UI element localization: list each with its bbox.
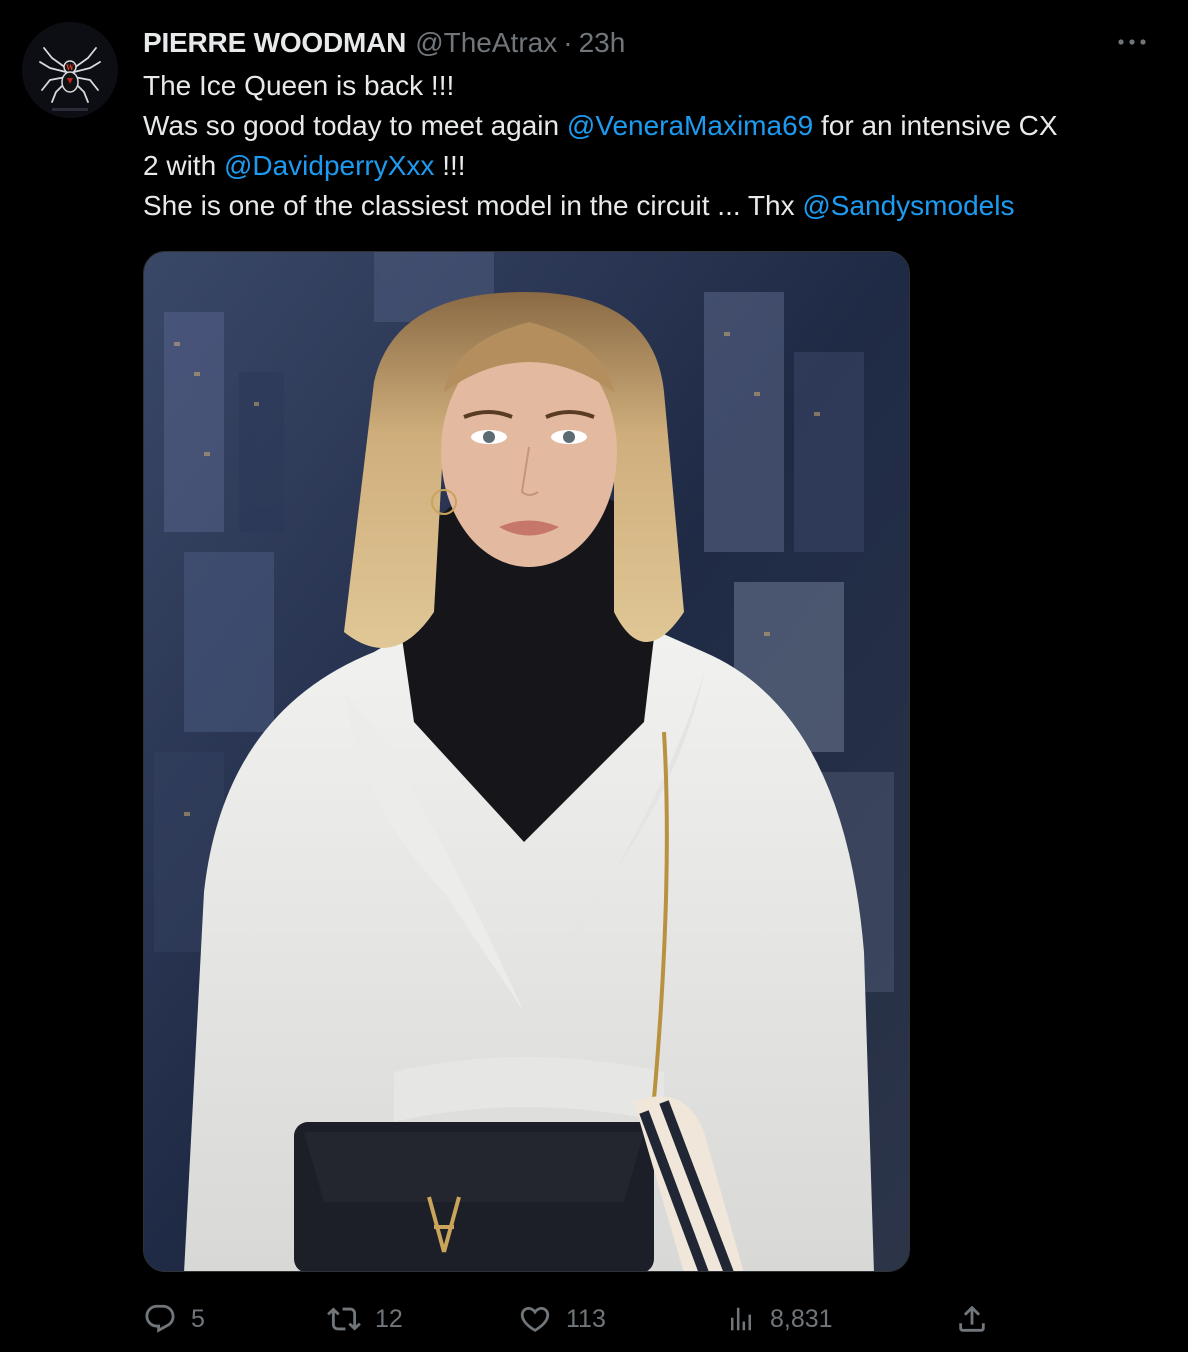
views-button[interactable]: 8,831 bbox=[726, 1296, 833, 1342]
like-count: 113 bbox=[566, 1304, 606, 1333]
spider-logo-icon: W bbox=[22, 22, 118, 118]
tweet-line-3: 2 with @DavidperryXxx !!! bbox=[143, 146, 1153, 186]
tweet-actions-bar: 5 12 113 8,831 bbox=[143, 1296, 1003, 1342]
tweet-line-1: The Ice Queen is back !!! bbox=[143, 66, 1153, 106]
tweet-line-4: She is one of the classiest model in the… bbox=[143, 186, 1153, 226]
like-button[interactable]: 113 bbox=[518, 1296, 606, 1342]
tweet-text-segment: 2 with bbox=[143, 150, 224, 181]
tweet-text: The Ice Queen is back !!! Was so good to… bbox=[143, 66, 1153, 226]
tweet-header: PIERRE WOODMAN @TheAtrax · 23h bbox=[143, 26, 625, 60]
share-button[interactable] bbox=[955, 1296, 989, 1342]
author-display-name[interactable]: PIERRE WOODMAN bbox=[143, 27, 406, 59]
more-options-button[interactable] bbox=[1112, 24, 1152, 60]
share-icon bbox=[959, 1305, 985, 1332]
svg-text:W: W bbox=[65, 63, 74, 72]
retweet-count: 12 bbox=[375, 1304, 403, 1333]
reply-count: 5 bbox=[191, 1304, 205, 1333]
mention-link-davidperry[interactable]: @DavidperryXxx bbox=[224, 150, 434, 181]
heart-icon bbox=[520, 1306, 550, 1332]
author-avatar[interactable]: W bbox=[22, 22, 118, 118]
reply-icon bbox=[145, 1304, 175, 1333]
tweet-text-segment: The Ice Queen is back !!! bbox=[143, 70, 455, 101]
more-horizontal-icon bbox=[1118, 39, 1146, 45]
retweet-button[interactable]: 12 bbox=[327, 1296, 403, 1342]
mention-link-venera[interactable]: @VeneraMaxima69 bbox=[567, 110, 813, 141]
photo-illustration bbox=[144, 252, 909, 1271]
mention-link-sandysmodels[interactable]: @Sandysmodels bbox=[802, 190, 1014, 221]
tweet-text-segment: !!! bbox=[434, 150, 466, 181]
retweet-icon bbox=[327, 1307, 361, 1331]
tweet-photo[interactable] bbox=[143, 251, 910, 1272]
tweet-line-2: Was so good today to meet again @VeneraM… bbox=[143, 106, 1153, 146]
views-chart-icon bbox=[731, 1307, 751, 1331]
tweet-timestamp[interactable]: 23h bbox=[579, 27, 626, 59]
tweet-text-segment: for an intensive CX bbox=[813, 110, 1058, 141]
header-separator: · bbox=[563, 27, 573, 58]
author-handle[interactable]: @TheAtrax bbox=[415, 27, 557, 59]
views-count: 8,831 bbox=[770, 1304, 833, 1333]
tweet-text-segment: She is one of the classiest model in the… bbox=[143, 190, 803, 221]
tweet: W PIERRE WOODMAN @TheAtrax · 23h The Ice… bbox=[0, 0, 1188, 1352]
reply-button[interactable]: 5 bbox=[143, 1296, 205, 1342]
tweet-text-segment: Was so good today to meet again bbox=[143, 110, 567, 141]
